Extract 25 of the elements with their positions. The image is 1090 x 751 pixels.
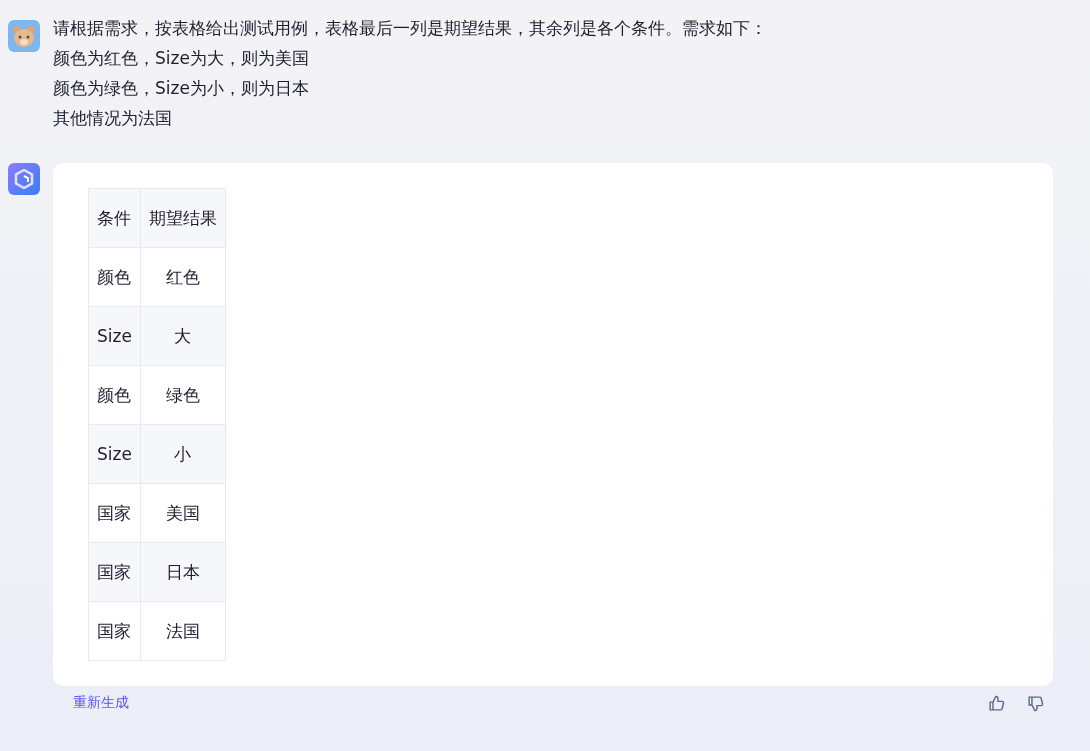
bot-avatar [8, 163, 40, 195]
thumbs-down-icon[interactable] [1027, 694, 1044, 712]
table-cell: Size [88, 306, 141, 366]
table-cell: 颜色 [88, 247, 141, 307]
thumbs-up-icon[interactable] [988, 694, 1005, 712]
table-cell: 国家 [88, 601, 141, 661]
message-text: 颜色为绿色，Size为小，则为日本 [53, 77, 310, 100]
table-cell: 国家 [88, 483, 141, 543]
table-cell: 国家 [88, 542, 141, 602]
user-avatar [8, 20, 40, 52]
table-cell: 小 [140, 424, 226, 484]
table-header: 条件 [88, 188, 141, 248]
table-header: 期望结果 [140, 188, 226, 248]
table-cell: 绿色 [140, 365, 226, 425]
regenerate-link[interactable]: 重新生成 [73, 694, 129, 712]
message-text: 其他情况为法国 [53, 107, 173, 130]
table-cell: 日本 [140, 542, 226, 602]
table-cell: 大 [140, 306, 226, 366]
table-cell: Size [88, 424, 141, 484]
table-cell: 红色 [140, 247, 226, 307]
message-text: 请根据需求，按表格给出测试用例，表格最后一列是期望结果，其余列是各个条件。需求如下： [53, 17, 767, 40]
message-text: 颜色为红色，Size为大，则为美国 [53, 47, 310, 70]
table-cell: 美国 [140, 483, 226, 543]
table-cell: 法国 [140, 601, 226, 661]
table-cell: 颜色 [88, 365, 141, 425]
